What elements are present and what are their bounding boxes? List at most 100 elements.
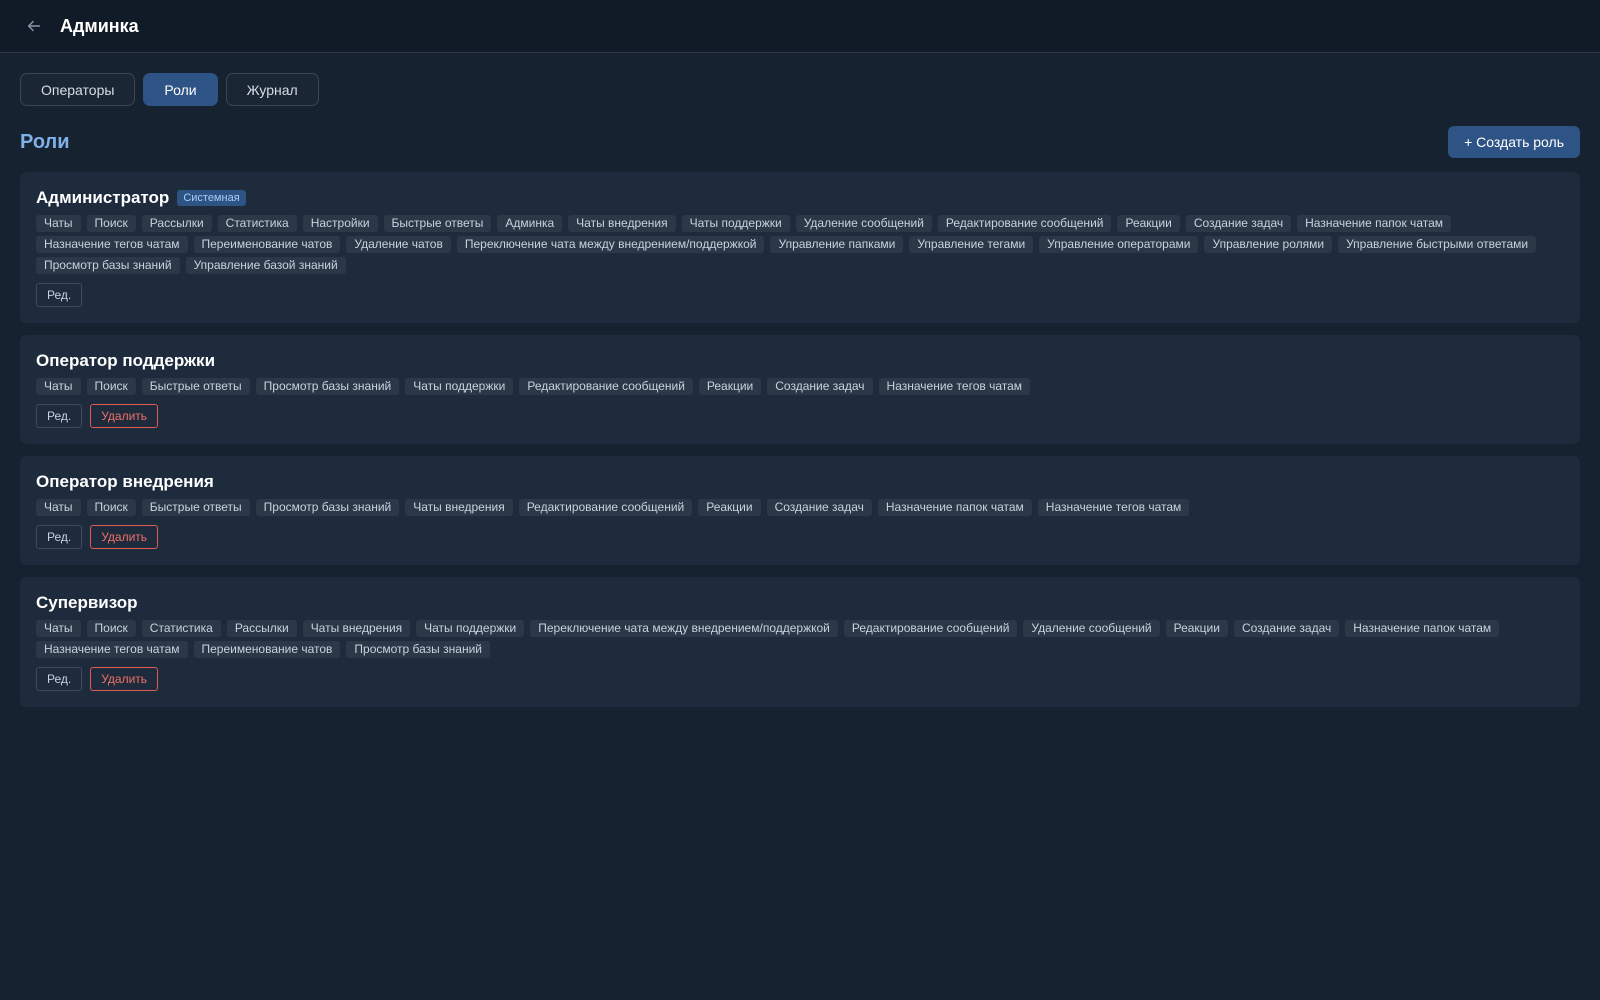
arrow-left-icon: [27, 20, 41, 32]
role-actions: Ред. Удалить: [36, 525, 1564, 549]
tab-2[interactable]: Журнал: [225, 73, 319, 106]
permission-tag: Поиск: [86, 499, 136, 516]
permission-tag: Чаты: [36, 499, 81, 516]
permission-tag: Назначение тегов чатам: [1037, 499, 1190, 516]
permission-tag: Чаты: [36, 620, 81, 637]
role-actions: Ред. Удалить: [36, 404, 1564, 428]
tab-bar: Операторы Роли Журнал: [20, 73, 1580, 106]
permission-tag: Чаты поддержки: [416, 620, 525, 637]
role-card: Администратор Системная Чаты Поиск Рассылки С…: [20, 172, 1580, 323]
permission-tag: Удаление сообщений: [795, 215, 932, 232]
permission-tag: Назначение папок чатам: [1297, 215, 1452, 232]
role-card: Супервизор Чаты Поиск Статистика Рассылки Чат…: [20, 577, 1580, 707]
section-header: Роли + Создать роль: [20, 126, 1580, 158]
delete-role-button[interactable]: Удалить: [90, 667, 159, 691]
permission-tag: Назначение тегов чатам: [36, 641, 188, 658]
permission-tag: Назначение папок чатам: [877, 499, 1032, 516]
permission-tag: Редактирование сообщений: [518, 499, 693, 516]
permission-tag: Переключение чата между внедрением/подде…: [530, 620, 838, 637]
permission-tag: Реакции: [1165, 620, 1228, 637]
tab-0[interactable]: Операторы: [20, 73, 136, 106]
permission-tag: Создание задач: [1233, 620, 1340, 637]
create-role-button[interactable]: + Создать роль: [1448, 126, 1580, 158]
permission-tag: Поиск: [86, 215, 136, 232]
permission-list: Чаты Поиск Быстрые ответы Просмотр базы зна…: [36, 378, 1564, 395]
permission-tag: Просмотр базы знаний: [255, 499, 400, 516]
role-header: Оператор внедрения: [36, 471, 1564, 493]
roles-list: Администратор Системная Чаты Поиск Рассылки С…: [20, 172, 1580, 707]
permission-tag: Просмотр базы знаний: [36, 257, 180, 274]
permission-tag: Управление базой знаний: [185, 257, 346, 274]
app-title: Админка: [60, 15, 139, 36]
permission-tag: Создание задач: [767, 378, 873, 395]
role-card: Оператор внедрения Чаты Поиск Быстрые ответ…: [20, 456, 1580, 565]
edit-role-button[interactable]: Ред.: [36, 404, 83, 428]
permission-tag: Назначение папок чатам: [1345, 620, 1500, 637]
permission-tag: Редактирование сообщений: [937, 215, 1112, 232]
permission-tag: Реакции: [1117, 215, 1180, 232]
main-content: Операторы Роли Журнал Роли + Создать роль …: [0, 53, 1600, 707]
permission-tag: Чаты: [36, 215, 81, 232]
role-name: Оператор внедрения: [36, 472, 214, 491]
permission-tag: Быстрые ответы: [141, 378, 250, 395]
role-header: Супервизор: [36, 592, 1564, 614]
permission-tag: Поиск: [86, 620, 136, 637]
delete-role-button[interactable]: Удалить: [90, 404, 159, 428]
permission-tag: Создание задач: [766, 499, 872, 516]
permission-list: Чаты Поиск Быстрые ответы Просмотр базы зна…: [36, 499, 1564, 516]
permission-tag: Чаты поддержки: [681, 215, 790, 232]
permission-tag: Статистика: [141, 620, 221, 637]
back-button[interactable]: [24, 16, 44, 36]
permission-list: Чаты Поиск Рассылки Статистика Настройки Быст…: [36, 215, 1564, 274]
permission-tag: Переименование чатов: [193, 236, 341, 253]
role-actions: Ред.: [36, 283, 1564, 307]
permission-tag: Чаты поддержки: [405, 378, 514, 395]
permission-tag: Чаты внедрения: [302, 620, 411, 637]
permission-tag: Создание задач: [1185, 215, 1292, 232]
permission-tag: Админка: [497, 215, 563, 232]
permission-tag: Рассылки: [226, 620, 297, 637]
permission-tag: Быстрые ответы: [383, 215, 492, 232]
role-card: Оператор поддержки Чаты Поиск Быстрые ответ…: [20, 335, 1580, 444]
permission-tag: Редактирование сообщений: [519, 378, 693, 395]
permission-list: Чаты Поиск Статистика Рассылки Чаты внедрени…: [36, 620, 1564, 658]
permission-tag: Статистика: [217, 215, 297, 232]
permission-tag: Управление ролями: [1204, 236, 1333, 253]
permission-tag: Переключение чата между внедрением/подде…: [456, 236, 765, 253]
system-badge: Системная: [177, 190, 246, 206]
permission-tag: Редактирование сообщений: [843, 620, 1018, 637]
role-name: Супервизор: [36, 593, 138, 612]
permission-tag: Просмотр базы знаний: [346, 641, 490, 658]
permission-tag: Просмотр базы знаний: [255, 378, 400, 395]
permission-tag: Управление быстрыми ответами: [1338, 236, 1537, 253]
permission-tag: Чаты внедрения: [568, 215, 676, 232]
permission-tag: Реакции: [698, 378, 762, 395]
permission-tag: Быстрые ответы: [141, 499, 250, 516]
edit-role-button[interactable]: Ред.: [36, 525, 83, 549]
permission-tag: Реакции: [698, 499, 761, 516]
edit-role-button[interactable]: Ред.: [36, 283, 83, 307]
role-header: Оператор поддержки: [36, 350, 1564, 372]
role-header: Администратор Системная: [36, 187, 1564, 209]
permission-tag: Переименование чатов: [193, 641, 341, 658]
permission-tag: Удаление сообщений: [1023, 620, 1160, 637]
permission-tag: Настройки: [302, 215, 378, 232]
permission-tag: Управление операторами: [1039, 236, 1199, 253]
edit-role-button[interactable]: Ред.: [36, 667, 83, 691]
permission-tag: Управление папками: [770, 236, 904, 253]
role-actions: Ред. Удалить: [36, 667, 1564, 691]
permission-tag: Назначение тегов чатам: [878, 378, 1031, 395]
permission-tag: Назначение тегов чатам: [36, 236, 188, 253]
permission-tag: Удаление чатов: [346, 236, 451, 253]
role-name: Администратор: [36, 188, 170, 207]
permission-tag: Чаты: [36, 378, 81, 395]
section-title: Роли: [20, 130, 70, 153]
permission-tag: Управление тегами: [909, 236, 1034, 253]
role-name: Оператор поддержки: [36, 351, 216, 370]
permission-tag: Чаты внедрения: [405, 499, 513, 516]
permission-tag: Рассылки: [141, 215, 212, 232]
delete-role-button[interactable]: Удалить: [90, 525, 159, 549]
top-bar: Админка: [0, 0, 1600, 53]
permission-tag: Поиск: [86, 378, 136, 395]
tab-1[interactable]: Роли: [143, 73, 218, 106]
